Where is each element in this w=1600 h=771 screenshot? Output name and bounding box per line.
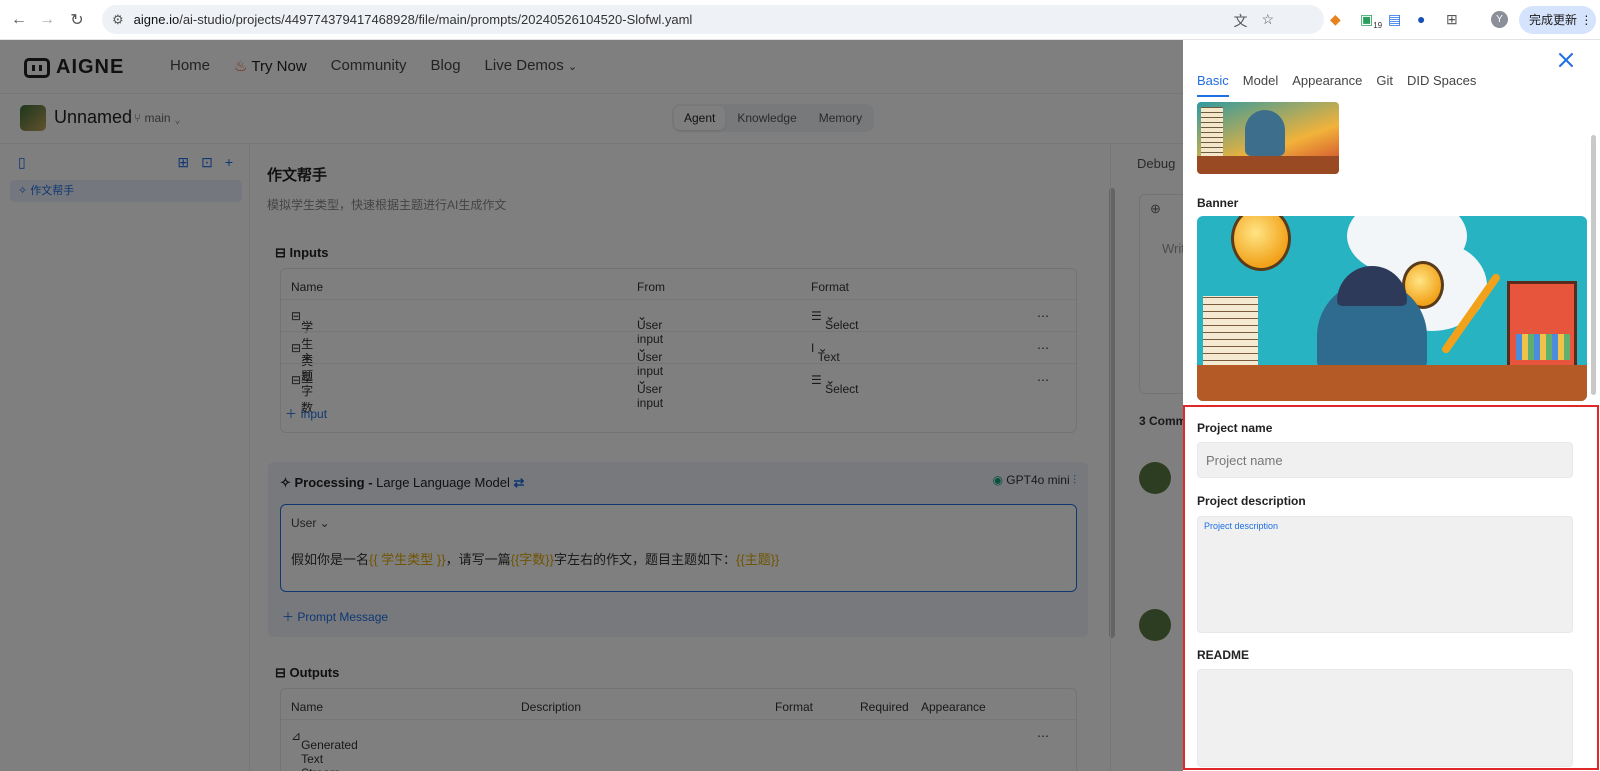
tab-basic[interactable]: Basic (1197, 73, 1229, 97)
browser-toolbar: ← → ↻ ⚙ aigne.io/ai-studio/projects/4497… (0, 0, 1600, 40)
address-bar[interactable]: ⚙ aigne.io/ai-studio/projects/4497743794… (102, 5, 1324, 34)
tab-did-spaces[interactable]: DID Spaces (1407, 73, 1476, 97)
check-extension-icon[interactable]: ● (1417, 11, 1425, 27)
profile-avatar[interactable]: Y (1491, 11, 1508, 28)
fox-extension-icon[interactable]: ◆ (1330, 11, 1341, 28)
banner-image[interactable] (1197, 216, 1587, 401)
tab-appearance[interactable]: Appearance (1292, 73, 1362, 97)
translate-icon[interactable]: 文 (1233, 11, 1247, 31)
drawer-scrollbar[interactable] (1591, 135, 1596, 395)
highlight-box (1183, 405, 1599, 770)
banner-label: Banner (1197, 196, 1239, 210)
site-info-icon[interactable]: ⚙ (112, 12, 124, 28)
forward-icon[interactable]: → (32, 11, 62, 29)
project-icon-image[interactable] (1197, 102, 1339, 174)
back-icon[interactable]: ← (4, 11, 34, 29)
screen-extension-icon[interactable]: ▤ (1388, 11, 1401, 28)
puzzle-extensions-icon[interactable]: ⊞ (1446, 11, 1458, 28)
settings-tabs: Basic Model Appearance Git DID Spaces (1197, 73, 1476, 97)
reload-icon[interactable]: ↻ (62, 10, 92, 30)
url-text[interactable]: aigne.io/ai-studio/projects/449774379417… (134, 12, 693, 27)
bookmark-star-icon[interactable]: ☆ (1261, 11, 1274, 31)
close-icon[interactable] (1556, 50, 1576, 70)
tab-model[interactable]: Model (1243, 73, 1278, 97)
update-button[interactable]: 完成更新 ⋮ (1519, 6, 1596, 34)
tab-git[interactable]: Git (1376, 73, 1393, 97)
extension-badge-icon[interactable]: ▣19 (1360, 11, 1382, 30)
